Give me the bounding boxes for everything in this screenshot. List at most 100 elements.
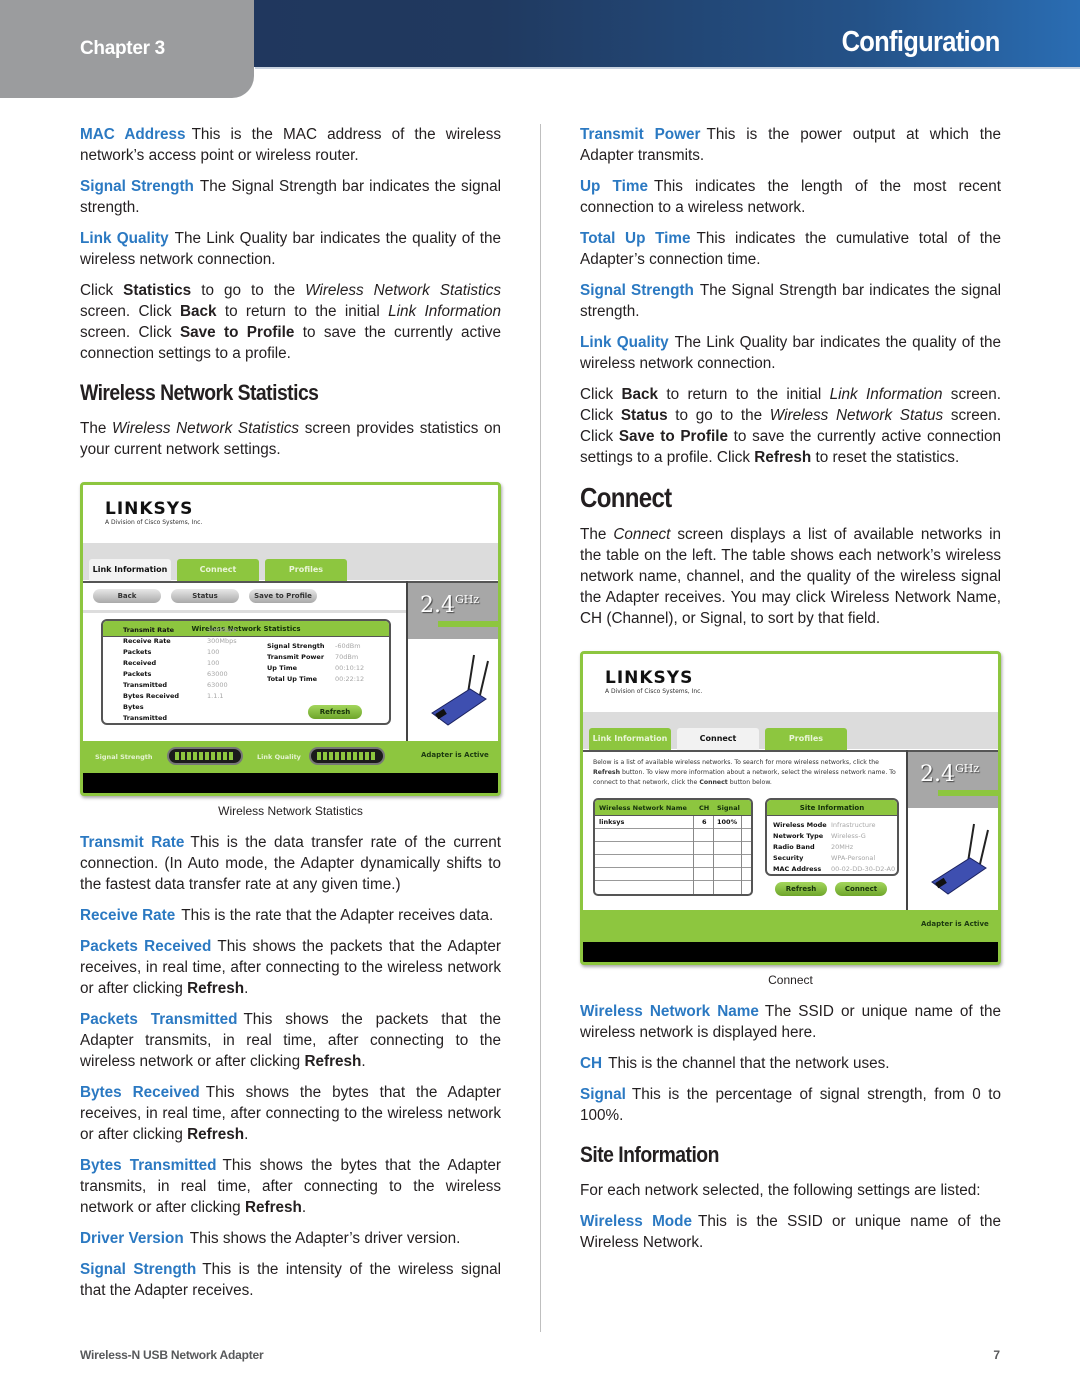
stat-value: 100 xyxy=(207,648,220,656)
logo-subtitle: A Division of Cisco Systems, Inc. xyxy=(605,688,703,695)
chapter-tab: Chapter 3 xyxy=(0,0,254,98)
definition-mac-address: MAC Address This is the MAC address of th… xyxy=(80,124,501,166)
table-row[interactable]: linksys 6 100% xyxy=(595,816,751,829)
tab-link-information[interactable]: Link Information xyxy=(589,728,671,750)
save-to-profile-button[interactable]: Save to Profile xyxy=(249,589,317,603)
site-intro: For each network selected, the following… xyxy=(580,1182,981,1199)
stat-value: 63000 xyxy=(207,681,228,689)
left-column: MAC Address This is the MAC address of th… xyxy=(80,124,501,1311)
stat-value: 300Mbps xyxy=(207,626,237,634)
column-divider xyxy=(540,124,541,1332)
text: . xyxy=(361,1053,366,1070)
site-label: MAC Address xyxy=(773,865,822,873)
tab-profiles[interactable]: Profiles xyxy=(265,559,347,581)
statistics-panel: Wireless Network Statistics Transmit Rat… xyxy=(101,619,391,725)
definition: Wireless Network Name The SSID or unique … xyxy=(580,1001,1001,1043)
connect-button[interactable]: Connect xyxy=(835,882,887,896)
term: Wireless Mode xyxy=(580,1213,693,1230)
definition: Signal This is the percentage of signal s… xyxy=(580,1084,1001,1126)
signal-strength-meter xyxy=(167,747,243,765)
status-button[interactable]: Status xyxy=(171,589,239,603)
band-unit: GHz xyxy=(455,593,480,606)
definition: Driver Version This shows the Adapter’s d… xyxy=(80,1228,501,1249)
stat-value: 70dBm xyxy=(335,653,359,661)
italic-text: Wireless Network Status xyxy=(769,407,944,424)
term: Up Time xyxy=(580,178,648,195)
text: . xyxy=(244,980,249,997)
definition: Wireless Mode This is the SSID or unique … xyxy=(580,1211,1001,1253)
definition: CH This is the channel that the network u… xyxy=(580,1053,1001,1074)
italic-text: Link Information xyxy=(829,386,943,403)
content-area: Below is a list of available wireless ne… xyxy=(583,750,906,910)
tab-connect[interactable]: Connect xyxy=(677,728,759,750)
definition-total-up-time: Total Up Time This indicates the cumulati… xyxy=(580,228,1001,270)
adapter-status: Adapter is Active xyxy=(421,751,489,759)
bold-text: Refresh xyxy=(187,1126,245,1143)
definition-signal-strength: Signal Strength The Signal Strength bar i… xyxy=(80,176,501,218)
site-value: WPA-Personal xyxy=(831,854,876,862)
statistics-intro: The Wireless Network Statistics screen p… xyxy=(80,418,501,460)
instructions-paragraph: Click Statistics to go to the Wireless N… xyxy=(80,280,501,364)
definition-link-quality: Link Quality The Link Quality bar indicat… xyxy=(580,332,1001,374)
right-stat-values: -60dBm 70dBm 00:10:12 00:22:12 xyxy=(335,641,364,685)
bold-text: Refresh xyxy=(244,1199,302,1216)
text: screen. Click xyxy=(80,324,180,341)
right-stat-labels: Signal Strength Transmit Power Up Time T… xyxy=(267,641,324,685)
refresh-button[interactable]: Refresh xyxy=(308,705,362,719)
term: Signal Strength xyxy=(80,178,194,195)
band-value: 2.4 xyxy=(420,593,455,618)
statistics-screenshot: LINKSYS A Division of Cisco Systems, Inc… xyxy=(80,482,501,796)
text: . xyxy=(244,1126,249,1143)
term: Receive Rate xyxy=(80,907,176,924)
italic-text: Connect xyxy=(613,526,671,543)
text: to return to the initial xyxy=(216,303,389,320)
usb-adapter-icon xyxy=(431,654,489,726)
term: Wireless Network Name xyxy=(580,1003,759,1020)
bold-text: Refresh xyxy=(304,1053,362,1070)
band-label: 2.4GHz xyxy=(920,762,979,787)
footer-bar xyxy=(583,942,998,962)
tab-connect[interactable]: Connect xyxy=(177,559,259,581)
back-button[interactable]: Back xyxy=(93,589,161,603)
definition: Signal Strength This is the intensity of … xyxy=(80,1259,501,1301)
definition-text: This shows the Adapter’s driver version. xyxy=(189,1230,461,1247)
section-title: Configuration xyxy=(841,26,1001,58)
header-rule xyxy=(255,67,1080,69)
figure-caption: Connect xyxy=(768,973,813,987)
figure-caption: Wireless Network Statistics xyxy=(218,804,363,818)
bold-text: Statistics xyxy=(123,282,192,299)
network-channel: 6 xyxy=(702,818,707,826)
tab-link-information[interactable]: Link Information xyxy=(89,559,171,581)
term: Signal Strength xyxy=(580,282,694,299)
band-value: 2.4 xyxy=(920,762,955,787)
band-panel: 2.4GHz xyxy=(408,581,498,639)
heading-wireless-network-statistics: Wireless Network Statistics xyxy=(80,380,319,405)
definition: Receive Rate This is the rate that the Ad… xyxy=(80,905,501,926)
stat-label: Up Time xyxy=(267,664,298,672)
column-line xyxy=(741,816,742,894)
definition: Transmit Rate This is the data transfer r… xyxy=(80,832,501,895)
bold-text: Status xyxy=(620,407,668,424)
term: Packets Transmitted xyxy=(80,1011,238,1028)
text: The xyxy=(580,526,614,543)
text: Below is a list of available wireless ne… xyxy=(593,759,879,766)
table-row xyxy=(595,842,751,855)
text: Click xyxy=(80,282,124,299)
definition: Bytes Received This shows the bytes that … xyxy=(80,1082,501,1145)
stat-value: 300Mbps xyxy=(207,637,237,645)
linksys-logo: LINKSYS xyxy=(605,668,694,688)
definition-text: This is the percentage of signal strengt… xyxy=(580,1086,1001,1124)
text: to return to the initial xyxy=(658,386,830,403)
stat-value: 00:22:12 xyxy=(335,675,365,683)
device-panel xyxy=(408,639,498,741)
usb-adapter-icon xyxy=(931,823,989,895)
band-label: 2.4GHz xyxy=(420,593,479,618)
bold-text: Refresh xyxy=(593,769,620,776)
term: CH xyxy=(580,1055,603,1072)
site-value: 00-02-DD-30-D2-A0 xyxy=(831,865,896,873)
italic-text: Link Information xyxy=(388,303,501,320)
bold-text: Connect xyxy=(699,779,728,786)
refresh-button[interactable]: Refresh xyxy=(775,882,827,896)
connect-instructions: Below is a list of available wireless ne… xyxy=(593,758,898,788)
tab-profiles[interactable]: Profiles xyxy=(765,728,847,750)
